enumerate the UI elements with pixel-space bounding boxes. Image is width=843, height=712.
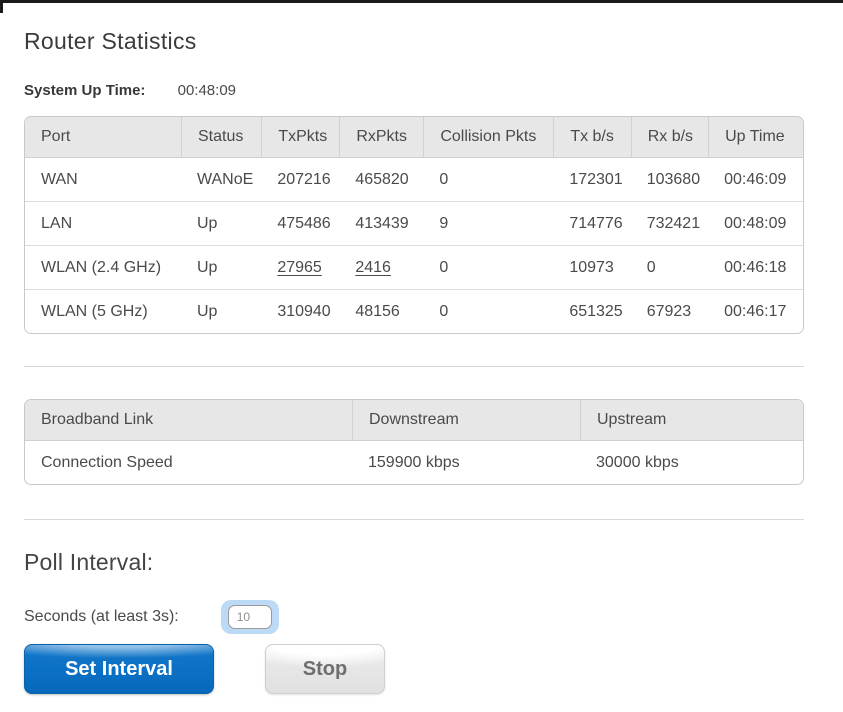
cell-tx-bs: 172301 bbox=[569, 171, 623, 188]
divider bbox=[24, 366, 804, 367]
set-interval-button[interactable]: Set Interval bbox=[24, 644, 214, 694]
poll-interval-input-glow bbox=[220, 600, 279, 634]
cell-rx-bs: 732421 bbox=[630, 201, 709, 245]
cell-rx-bs: 103680 bbox=[646, 171, 701, 188]
header-broadband-link: Broadband Link bbox=[25, 400, 352, 441]
table-row-wlan-24ghz: WLAN (2.4 GHz) Up 27965 2416 0 10973 0 0… bbox=[25, 245, 803, 289]
cell-downstream-speed: 159900 kbps bbox=[368, 454, 460, 471]
cell-port: WLAN (2.4 GHz) bbox=[25, 245, 181, 289]
cell-port: LAN bbox=[25, 201, 181, 245]
header-up-time: Up Time bbox=[708, 117, 803, 158]
divider bbox=[24, 519, 804, 520]
header-port: Port bbox=[25, 117, 181, 158]
window-border-fragment bbox=[0, 3, 3, 13]
cell-status: Up bbox=[181, 245, 262, 289]
cell-rxpkts-underlined: 2416 bbox=[339, 245, 424, 289]
port-table-header-row: Port Status TxPkts RxPkts Collision Pkts… bbox=[25, 117, 803, 158]
cell-connection-speed-label: Connection Speed bbox=[41, 454, 173, 471]
port-statistics-table: Port Status TxPkts RxPkts Collision Pkts… bbox=[24, 116, 804, 334]
header-status: Status bbox=[181, 117, 262, 158]
content-area: Router Statistics System Up Time: 00:48:… bbox=[0, 27, 843, 694]
header-rxpkts: RxPkts bbox=[339, 117, 424, 158]
cell-up-time: 00:48:09 bbox=[708, 201, 803, 245]
cell-tx-bs: 651325 bbox=[553, 289, 631, 333]
cell-status: Up bbox=[181, 289, 262, 333]
broadband-table-header-row: Broadband Link Downstream Upstream bbox=[25, 400, 803, 441]
cell-txpkts-underlined: 27965 bbox=[261, 245, 340, 289]
cell-tx-bs: 10973 bbox=[553, 245, 631, 289]
cell-txpkts: 310940 bbox=[261, 289, 340, 333]
system-uptime-label: System Up Time: bbox=[24, 82, 146, 99]
cell-txpkts: 207216 bbox=[277, 171, 331, 188]
poll-seconds-row: Seconds (at least 3s): bbox=[24, 600, 804, 634]
seconds-label: Seconds (at least 3s): bbox=[24, 608, 179, 625]
header-rx-bs: Rx b/s bbox=[630, 117, 709, 158]
cell-rx-bs: 0 bbox=[630, 245, 709, 289]
cell-upstream-speed: 30000 kbps bbox=[596, 454, 679, 471]
cell-rxpkts: 465820 bbox=[355, 171, 409, 188]
poll-interval-heading: Poll Interval: bbox=[24, 549, 154, 575]
poll-buttons-row: Set Interval Stop bbox=[24, 644, 804, 694]
cell-collision-pkts: 0 bbox=[439, 171, 449, 188]
header-collision-pkts: Collision Pkts bbox=[423, 117, 554, 158]
cell-tx-bs: 714776 bbox=[553, 201, 631, 245]
broadband-link-table: Broadband Link Downstream Upstream Conne… bbox=[24, 399, 804, 485]
cell-status: WANoE bbox=[197, 171, 254, 188]
page-title: Router Statistics bbox=[24, 28, 197, 54]
cell-txpkts: 475486 bbox=[261, 201, 340, 245]
cell-up-time: 00:46:18 bbox=[708, 245, 803, 289]
cell-port: WAN bbox=[41, 171, 78, 188]
cell-up-time: 00:46:17 bbox=[708, 289, 803, 333]
cell-rxpkts: 413439 bbox=[339, 201, 424, 245]
system-uptime-row: System Up Time: 00:48:09 bbox=[24, 82, 804, 100]
header-txpkts: TxPkts bbox=[261, 117, 340, 158]
table-row-wan: WAN WANoE 207216 465820 0 172301 103680 … bbox=[25, 158, 803, 201]
header-tx-bs: Tx b/s bbox=[553, 117, 631, 158]
cell-port: WLAN (5 GHz) bbox=[25, 289, 181, 333]
header-upstream: Upstream bbox=[580, 400, 803, 441]
cell-collision-pkts: 0 bbox=[423, 245, 554, 289]
system-uptime-value: 00:48:09 bbox=[177, 82, 236, 99]
cell-up-time: 00:46:09 bbox=[724, 171, 787, 188]
cell-status: Up bbox=[181, 201, 262, 245]
cell-collision-pkts: 0 bbox=[423, 289, 554, 333]
header-downstream: Downstream bbox=[352, 400, 580, 441]
table-row-connection-speed: Connection Speed 159900 kbps 30000 kbps bbox=[25, 441, 803, 484]
table-row-wlan-5ghz: WLAN (5 GHz) Up 310940 48156 0 651325 67… bbox=[25, 289, 803, 333]
router-stats-page: { "page": { "title": "Router Statistics"… bbox=[0, 0, 843, 712]
stop-button[interactable]: Stop bbox=[265, 644, 385, 694]
poll-interval-input[interactable] bbox=[227, 605, 272, 629]
table-row-lan: LAN Up 475486 413439 9 714776 732421 00:… bbox=[25, 201, 803, 245]
cell-rxpkts: 48156 bbox=[339, 289, 424, 333]
cell-collision-pkts: 9 bbox=[423, 201, 554, 245]
cell-rx-bs: 67923 bbox=[630, 289, 709, 333]
